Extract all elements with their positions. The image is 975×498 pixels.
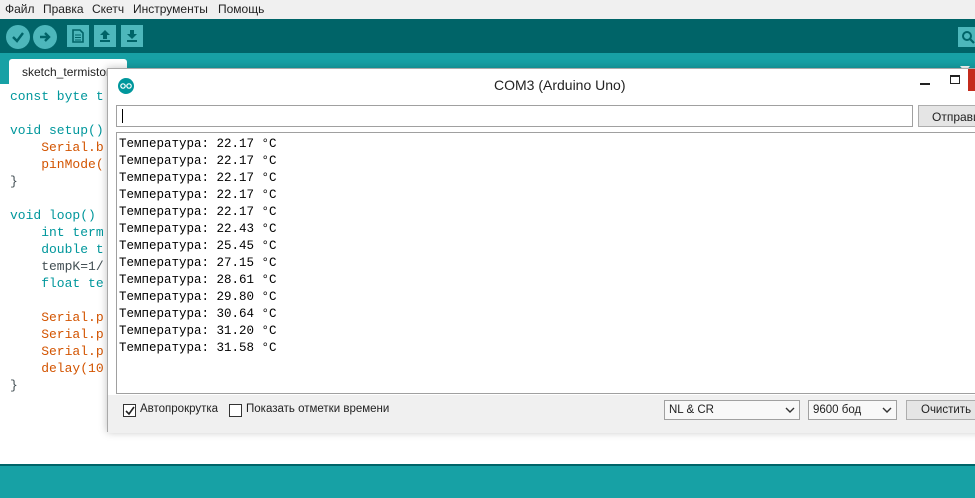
- window-title: COM3 (Arduino Uno): [494, 77, 626, 93]
- serial-footer: Автопрокрутка Показать отметки времени N…: [108, 395, 975, 433]
- output-line: Температура: 22.17 °C: [119, 205, 277, 219]
- code-text: Serial.p: [10, 327, 104, 342]
- menu-edit[interactable]: Правка: [43, 2, 84, 16]
- text-caret: [122, 109, 123, 123]
- code-text: int term: [10, 225, 104, 240]
- title-bar[interactable]: COM3 (Arduino Uno): [108, 69, 975, 101]
- code-line: void setup(): [10, 123, 104, 138]
- code-line: Serial.p: [10, 310, 104, 325]
- code-text: }: [10, 378, 18, 393]
- minimize-icon[interactable]: [920, 83, 930, 85]
- output-line: Температура: 31.58 °C: [119, 341, 277, 355]
- verify-button[interactable]: [6, 25, 30, 49]
- menu-tools[interactable]: Инструменты: [133, 2, 208, 16]
- autoscroll-label: Автопрокрутка: [140, 403, 219, 415]
- chevron-down-icon: [785, 407, 795, 413]
- maximize-icon[interactable]: [950, 75, 960, 84]
- arduino-logo-icon: [118, 78, 134, 94]
- toolbar: [0, 19, 975, 53]
- line-ending-value: NL & CR: [669, 404, 714, 416]
- code-text: void setup(): [10, 123, 104, 138]
- menu-help[interactable]: Помощь: [218, 2, 264, 16]
- code-text: Serial.p: [10, 310, 104, 325]
- new-button[interactable]: [67, 25, 89, 47]
- open-icon: [100, 30, 110, 42]
- menu-bar: Файл Правка Скетч Инструменты Помощь: [0, 0, 975, 19]
- code-line: delay(10: [10, 361, 104, 376]
- code-text: tempK=1/: [10, 259, 104, 274]
- serial-output[interactable]: Температура: 22.17 °C Температура: 22.17…: [116, 132, 975, 394]
- save-button[interactable]: [121, 25, 143, 47]
- open-button[interactable]: [94, 25, 116, 47]
- code-line: }: [10, 378, 18, 393]
- code-text: Serial.b: [10, 140, 104, 155]
- timestamps-checkbox[interactable]: [229, 404, 242, 417]
- output-line: Температура: 22.17 °C: [119, 188, 277, 202]
- serial-monitor-button[interactable]: [958, 27, 975, 47]
- code-text: void loop(): [10, 208, 104, 223]
- code-line: pinMode(: [10, 157, 104, 172]
- upload-icon: [40, 32, 51, 42]
- menu-file[interactable]: Файл: [5, 2, 35, 16]
- code-text: Serial.p: [10, 344, 104, 359]
- output-line: Температура: 25.45 °C: [119, 239, 277, 253]
- code-text: double t: [10, 242, 104, 257]
- send-input[interactable]: [116, 105, 913, 127]
- timestamps-label: Показать отметки времени: [246, 403, 390, 415]
- code-line: Serial.p: [10, 344, 104, 359]
- clear-output-button[interactable]: Очистить вывод: [906, 400, 975, 420]
- output-line: Температура: 29.80 °C: [119, 290, 277, 304]
- serial-monitor-window: COM3 (Arduino Uno) Отправить Температура…: [107, 68, 975, 433]
- code-line: float te: [10, 276, 104, 291]
- menu-sketch[interactable]: Скетч: [92, 2, 124, 16]
- code-line: tempK=1/: [10, 259, 104, 274]
- code-text: }: [10, 174, 18, 189]
- output-line: Температура: 22.17 °C: [119, 171, 277, 185]
- chevron-down-icon: [882, 407, 892, 413]
- serial-monitor-icon: [962, 31, 975, 44]
- code-line: double t: [10, 242, 104, 257]
- line-ending-select[interactable]: NL & CR: [664, 400, 800, 420]
- code-text: const byte t: [10, 89, 104, 104]
- code-line: }: [10, 174, 18, 189]
- upload-button[interactable]: [33, 25, 57, 49]
- output-line: Температура: 22.17 °C: [119, 154, 277, 168]
- verify-icon: [12, 32, 24, 43]
- baud-rate-select[interactable]: 9600 бод: [808, 400, 897, 420]
- output-line: Температура: 31.20 °C: [119, 324, 277, 338]
- code-line: void loop(): [10, 208, 104, 223]
- output-line: Температура: 28.61 °C: [119, 273, 277, 287]
- status-bar: [0, 466, 975, 498]
- close-button[interactable]: [968, 69, 975, 91]
- checkmark-icon: [124, 406, 135, 415]
- code-text: pinMode(: [10, 157, 104, 172]
- output-line: Температура: 22.43 °C: [119, 222, 277, 236]
- code-line: Serial.b: [10, 140, 104, 155]
- code-line: int term: [10, 225, 104, 240]
- output-line: Температура: 22.17 °C: [119, 137, 277, 151]
- save-icon: [127, 30, 137, 42]
- output-line: Температура: 27.15 °C: [119, 256, 277, 270]
- new-icon: [72, 29, 84, 43]
- output-line: Температура: 30.64 °C: [119, 307, 277, 321]
- code-text: float te: [10, 276, 104, 291]
- code-line: Serial.p: [10, 327, 104, 342]
- code-text: delay(10: [10, 361, 104, 376]
- autoscroll-checkbox[interactable]: [123, 404, 136, 417]
- baud-rate-value: 9600 бод: [813, 404, 862, 416]
- send-button[interactable]: Отправить: [918, 105, 975, 127]
- code-line: const byte t: [10, 89, 104, 104]
